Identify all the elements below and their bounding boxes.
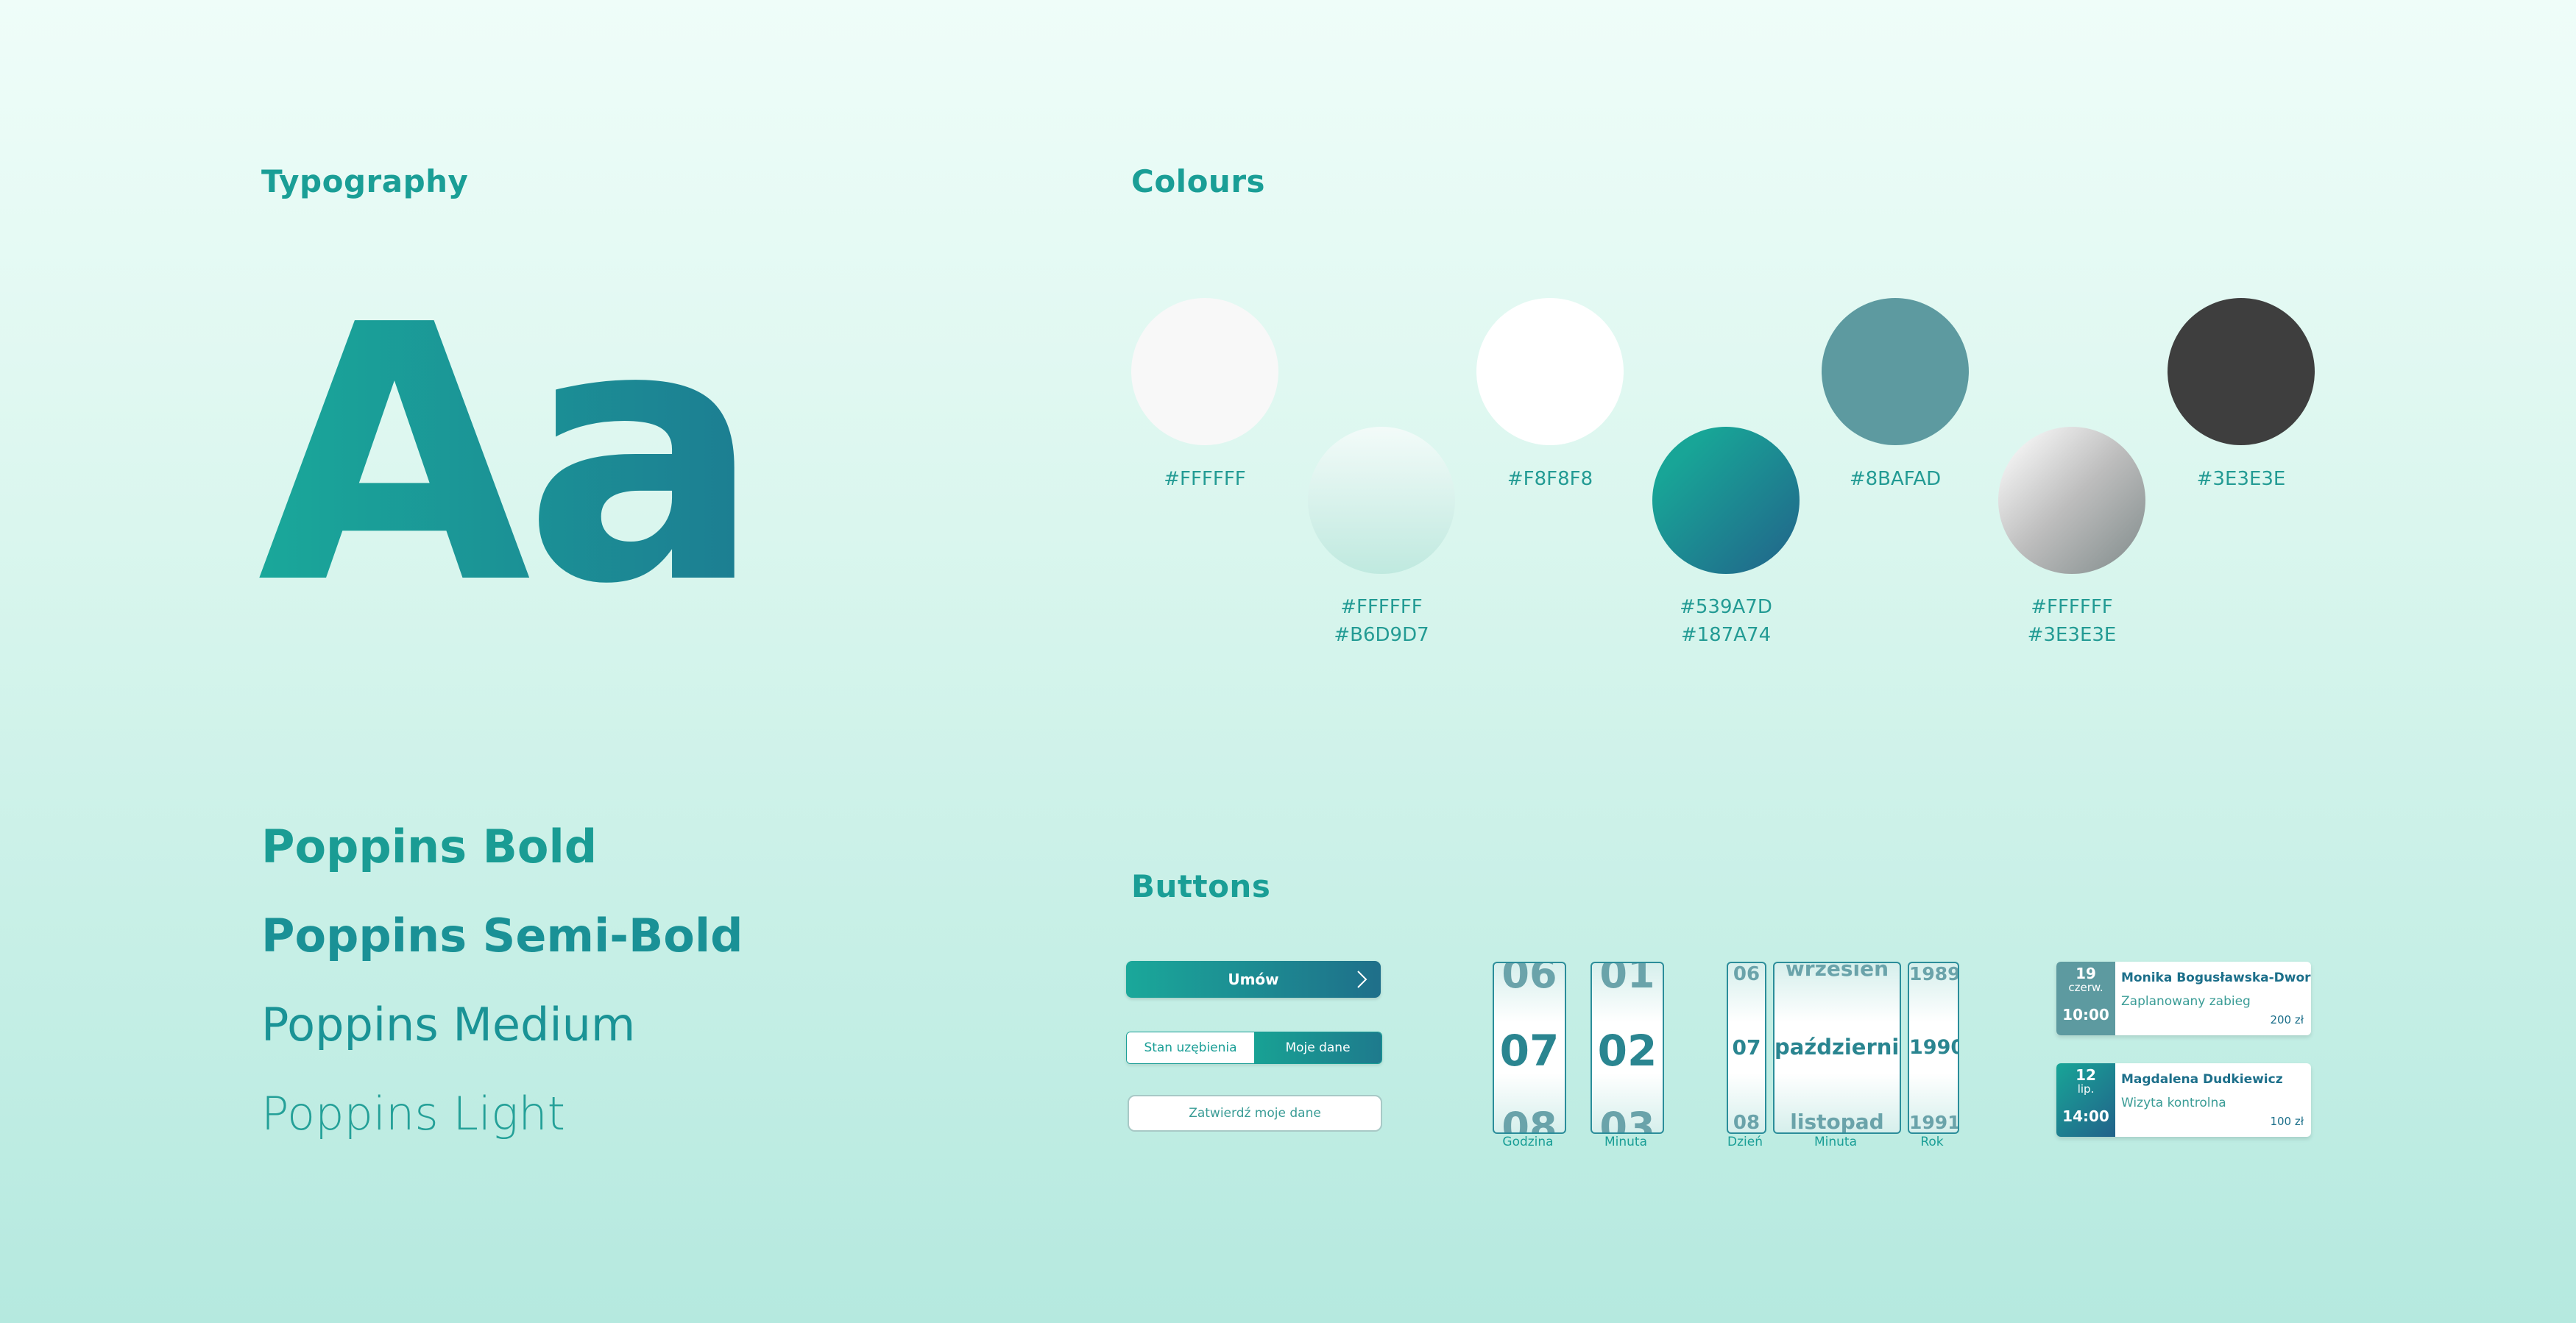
- swatch-slate-teal: [1822, 298, 1969, 445]
- year-caption: Rok: [1920, 1135, 1944, 1149]
- swatch-teal-gradient-label: #539A7D #187A74: [1680, 596, 1772, 646]
- day-current: 07: [1732, 1035, 1761, 1060]
- appointment-day: 19: [2076, 965, 2096, 982]
- swatch-white: [1131, 298, 1278, 445]
- minute-next: 03: [1599, 1104, 1655, 1134]
- day-next: 08: [1733, 1112, 1761, 1134]
- appointment-time: 10:00: [2062, 1006, 2109, 1024]
- appointment-name: Monika Bogusławska-Dworek: [2121, 971, 2311, 985]
- chevron-right-icon: [1357, 971, 1367, 988]
- hour-caption: Godzina: [1502, 1135, 1554, 1149]
- font-sample-semibold: Poppins Semi-Bold: [261, 909, 743, 962]
- appointment-name: Magdalena Dudkiewicz: [2121, 1072, 2283, 1087]
- appointment-date: 12 lip. 14:00: [2056, 1063, 2115, 1137]
- font-sample-medium: Poppins Medium: [261, 998, 636, 1051]
- day-picker[interactable]: 06 07 08: [1727, 962, 1766, 1134]
- swatch-mint-gradient: [1308, 427, 1455, 574]
- appointment-month: lip.: [2077, 1082, 2095, 1096]
- month-next: listopad: [1790, 1110, 1884, 1134]
- appointment-card[interactable]: 12 lip. 14:00 Magdalena Dudkiewicz Wizyt…: [2056, 1063, 2311, 1137]
- profile-toggle: Stan uzębienia Moje dane: [1126, 1032, 1382, 1064]
- typography-sample-aa: Aa: [258, 250, 762, 662]
- year-next: 1991: [1909, 1112, 1959, 1133]
- appointment-desc: Wizyta kontrolna: [2121, 1096, 2226, 1110]
- appointment-time: 14:00: [2062, 1107, 2109, 1125]
- swatch-offwhite: [1476, 298, 1624, 445]
- swatch-grey-gradient-label: #FFFFFF #3E3E3E: [2027, 596, 2117, 646]
- swatch-dark-label: #3E3E3E: [2196, 468, 2286, 490]
- appointment-month: czerw.: [2068, 981, 2103, 994]
- minute-prev: 01: [1599, 962, 1655, 997]
- tab-my-data[interactable]: Moje dane: [1254, 1032, 1381, 1063]
- year-picker[interactable]: 1989 1990 1991: [1908, 962, 1959, 1134]
- month-picker[interactable]: wrzesień październik listopad: [1773, 962, 1901, 1134]
- book-button-label: Umów: [1228, 971, 1279, 988]
- swatch-offwhite-label: #F8F8F8: [1507, 468, 1593, 490]
- swatch-dark: [2168, 298, 2315, 445]
- appointment-price: 100 zł: [2270, 1115, 2304, 1128]
- minute-picker[interactable]: 01 02 03: [1590, 962, 1664, 1134]
- colours-title: Colours: [1131, 163, 1266, 199]
- day-caption: Dzień: [1727, 1135, 1763, 1149]
- swatch-grey-gradient: [1998, 427, 2145, 574]
- hour-next: 08: [1501, 1104, 1557, 1134]
- appointment-date: 19 czerw. 10:00: [2056, 962, 2115, 1035]
- tab-dental-status[interactable]: Stan uzębienia: [1127, 1032, 1254, 1063]
- hour-picker[interactable]: 06 07 08: [1493, 962, 1566, 1134]
- swatch-mint-gradient-label: #FFFFFF #B6D9D7: [1334, 596, 1429, 646]
- day-prev: 06: [1733, 963, 1761, 985]
- year-current: 1990: [1909, 1036, 1959, 1059]
- appointment-price: 200 zł: [2270, 1013, 2304, 1026]
- buttons-title: Buttons: [1131, 868, 1271, 904]
- month-caption: Minuta: [1814, 1135, 1858, 1149]
- appointment-day: 12: [2076, 1066, 2096, 1084]
- minute-caption: Minuta: [1604, 1135, 1648, 1149]
- font-sample-bold: Poppins Bold: [261, 820, 598, 873]
- appointment-desc: Zaplanowany zabieg: [2121, 994, 2251, 1009]
- swatch-white-label: #FFFFFF: [1164, 468, 1246, 490]
- confirm-data-button[interactable]: Zatwierdź moje dane: [1128, 1095, 1382, 1132]
- font-sample-light: Poppins Light: [261, 1087, 565, 1141]
- hour-prev: 06: [1501, 962, 1557, 997]
- year-prev: 1989: [1909, 963, 1959, 985]
- appointment-card[interactable]: 19 czerw. 10:00 Monika Bogusławska-Dwore…: [2056, 962, 2311, 1035]
- minute-current: 02: [1597, 1026, 1657, 1076]
- book-button[interactable]: Umów: [1126, 961, 1381, 998]
- month-prev: wrzesień: [1785, 962, 1889, 981]
- hour-current: 07: [1499, 1026, 1560, 1076]
- month-current: październik: [1774, 1035, 1901, 1060]
- swatch-teal-gradient: [1652, 427, 1800, 574]
- typography-title: Typography: [261, 163, 469, 199]
- swatch-slate-teal-label: #8BAFAD: [1849, 468, 1942, 490]
